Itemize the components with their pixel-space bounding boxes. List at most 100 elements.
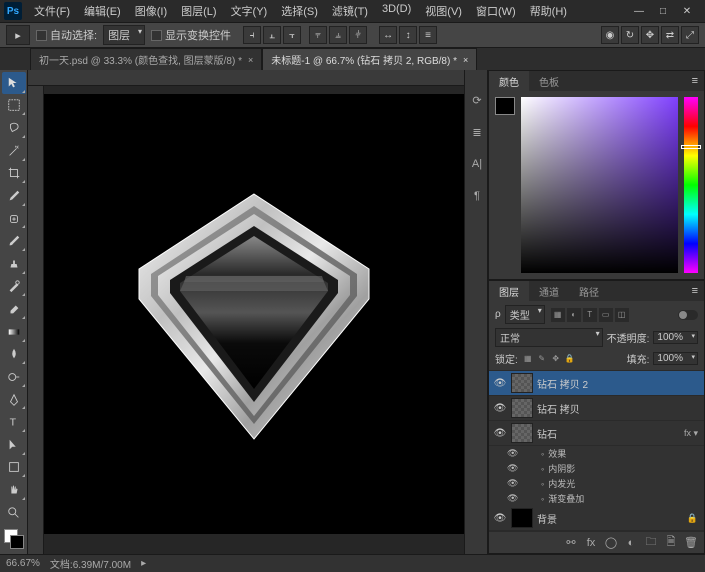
channels-tab[interactable]: 通道 — [529, 281, 569, 302]
filter-type-icon[interactable]: T — [583, 308, 597, 322]
align-top-icon[interactable]: ⫧ — [309, 26, 327, 44]
healing-brush-tool[interactable] — [2, 208, 26, 230]
layer-style-icon[interactable]: fx — [584, 536, 598, 550]
menu-edit[interactable]: 编辑(E) — [78, 1, 127, 21]
document-view[interactable] — [44, 94, 464, 534]
marquee-tool[interactable] — [2, 95, 26, 117]
layer-row[interactable]: 👁 钻石 拷贝 2 — [489, 371, 704, 396]
hand-tool[interactable] — [2, 479, 26, 501]
lock-position-icon[interactable]: ✥ — [550, 353, 562, 365]
layer-name[interactable]: 钻石 拷贝 — [537, 401, 700, 416]
close-tab-icon[interactable]: × — [463, 55, 468, 65]
visibility-eye-icon[interactable]: 👁 — [507, 493, 521, 504]
layer-thumbnail[interactable] — [511, 398, 533, 418]
new-layer-icon[interactable]: 🗎 — [664, 536, 678, 550]
distribute-3-icon[interactable]: ≡ — [419, 26, 437, 44]
layer-thumbnail[interactable] — [511, 373, 533, 393]
filter-pixel-icon[interactable]: ▦ — [551, 308, 565, 322]
visibility-eye-icon[interactable]: 👁 — [493, 426, 507, 440]
dodge-tool[interactable] — [2, 366, 26, 388]
eraser-tool[interactable] — [2, 298, 26, 320]
color-swatches[interactable] — [2, 529, 25, 553]
auto-select-mode-dropdown[interactable]: 图层 — [103, 25, 145, 45]
lock-all-icon[interactable]: 🔒 — [564, 353, 576, 365]
maximize-button[interactable]: □ — [655, 4, 671, 18]
magic-wand-tool[interactable] — [2, 140, 26, 162]
move-tool[interactable] — [2, 72, 26, 94]
properties-panel-icon[interactable]: ≣ — [467, 122, 487, 142]
filter-smart-icon[interactable]: ◫ — [615, 308, 629, 322]
effects-header[interactable]: 👁 ◦效果 — [489, 446, 704, 461]
eyedropper-tool[interactable] — [2, 185, 26, 207]
menu-image[interactable]: 图像(I) — [129, 1, 173, 21]
background-swatch[interactable] — [10, 535, 24, 549]
layers-tab[interactable]: 图层 — [489, 281, 529, 302]
color-field[interactable] — [521, 97, 678, 273]
swatches-tab[interactable]: 色板 — [529, 71, 569, 92]
layer-filter-toggle[interactable] — [678, 310, 698, 320]
hue-slider[interactable] — [684, 97, 698, 273]
brush-tool[interactable] — [2, 230, 26, 252]
align-left-icon[interactable]: ⫞ — [243, 26, 261, 44]
layer-thumbnail[interactable] — [511, 508, 533, 528]
align-right-icon[interactable]: ⫟ — [283, 26, 301, 44]
align-bottom-icon[interactable]: ⫩ — [349, 26, 367, 44]
lock-pixels-icon[interactable]: ✎ — [536, 353, 548, 365]
fx-badge[interactable]: fx ▾ — [684, 428, 698, 439]
crop-tool[interactable] — [2, 163, 26, 185]
layer-row[interactable]: 👁 背景 🔒 — [489, 506, 704, 531]
zoom-level[interactable]: 66.67% — [6, 558, 40, 569]
align-center-v-icon[interactable]: ⫨ — [329, 26, 347, 44]
visibility-eye-icon[interactable]: 👁 — [493, 401, 507, 415]
opacity-field[interactable]: 100% — [653, 331, 698, 344]
menu-3d[interactable]: 3D(D) — [376, 1, 417, 21]
3d-slide-icon[interactable]: ⇄ — [661, 26, 679, 44]
3d-pan-icon[interactable]: ✥ — [641, 26, 659, 44]
history-panel-icon[interactable]: ⟳ — [467, 90, 487, 110]
document-tab-0[interactable]: 初一天.psd @ 33.3% (颜色查找, 图层蒙版/8) * × — [30, 48, 262, 70]
group-icon[interactable]: 🗀 — [644, 536, 658, 550]
foreground-color[interactable] — [495, 97, 515, 115]
menu-layer[interactable]: 图层(L) — [175, 1, 222, 21]
link-layers-icon[interactable]: ⚯ — [564, 536, 578, 550]
layer-row[interactable]: 👁 钻石 fx ▾ — [489, 421, 704, 446]
minimize-button[interactable]: — — [631, 4, 647, 18]
menu-help[interactable]: 帮助(H) — [524, 1, 573, 21]
lock-transparency-icon[interactable]: ▦ — [522, 353, 534, 365]
ruler-horizontal[interactable] — [28, 70, 464, 86]
pen-tool[interactable] — [2, 389, 26, 411]
layer-row[interactable]: 👁 钻石 拷贝 — [489, 396, 704, 421]
3d-mode-icon[interactable]: ◉ — [601, 26, 619, 44]
zoom-tool[interactable] — [2, 502, 26, 524]
menu-type[interactable]: 文字(Y) — [225, 1, 274, 21]
clone-stamp-tool[interactable] — [2, 253, 26, 275]
menu-view[interactable]: 视图(V) — [419, 1, 468, 21]
auto-select-checkbox[interactable] — [36, 30, 47, 41]
distribute-h-icon[interactable]: ↔ — [379, 26, 397, 44]
canvas[interactable] — [44, 86, 464, 554]
fill-field[interactable]: 100% — [653, 352, 698, 365]
distribute-v-icon[interactable]: ↕ — [399, 26, 417, 44]
show-transform-checkbox[interactable] — [151, 30, 162, 41]
layers-panel-menu-icon[interactable]: ≡ — [686, 285, 704, 297]
shape-tool[interactable] — [2, 457, 26, 479]
effect-item[interactable]: 👁 ◦内发光 — [489, 476, 704, 491]
color-panel-menu-icon[interactable]: ≡ — [686, 75, 704, 87]
layer-name[interactable]: 钻石 拷贝 2 — [537, 376, 700, 391]
hue-cursor[interactable] — [681, 145, 701, 149]
visibility-eye-icon[interactable]: 👁 — [507, 463, 521, 474]
3d-orbit-icon[interactable]: ↻ — [621, 26, 639, 44]
layer-name[interactable]: 背景 — [537, 511, 683, 526]
blend-mode-dropdown[interactable]: 正常 — [495, 328, 603, 347]
3d-scale-icon[interactable]: ⤢ — [681, 26, 699, 44]
path-selection-tool[interactable] — [2, 434, 26, 456]
menu-filter[interactable]: 滤镜(T) — [326, 1, 374, 21]
blur-tool[interactable] — [2, 344, 26, 366]
paragraph-panel-icon[interactable]: ¶ — [467, 186, 487, 206]
menu-select[interactable]: 选择(S) — [275, 1, 324, 21]
ruler-vertical[interactable] — [28, 86, 44, 554]
history-brush-tool[interactable] — [2, 276, 26, 298]
layer-thumbnail[interactable] — [511, 423, 533, 443]
visibility-eye-icon[interactable]: 👁 — [493, 511, 507, 525]
layer-name[interactable]: 钻石 — [537, 426, 680, 441]
